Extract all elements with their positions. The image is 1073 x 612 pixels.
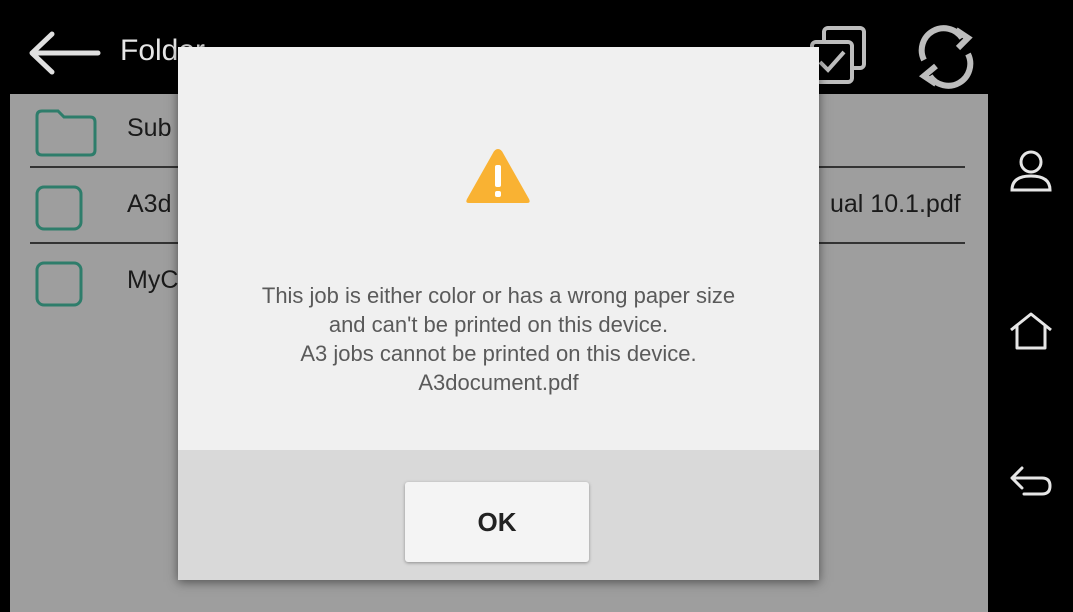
side-nav: [988, 10, 1073, 612]
user-icon[interactable]: [1008, 148, 1054, 194]
message-line: A3 jobs cannot be printed on this device…: [300, 341, 697, 366]
refresh-icon[interactable]: [910, 24, 982, 90]
alert-dialog: This job is either color or has a wrong …: [178, 47, 819, 580]
warning-icon: [466, 149, 530, 203]
return-icon[interactable]: [1008, 458, 1054, 504]
list-item-label: MyC: [127, 266, 179, 294]
message-line: A3document.pdf: [418, 370, 579, 395]
message-line: and can't be printed on this device.: [328, 312, 669, 337]
checkbox-icon[interactable]: [34, 184, 84, 232]
list-item-label: Sub: [127, 114, 172, 142]
list-item-label-tail: ual 10.1.pdf: [830, 190, 961, 218]
dialog-footer: OK: [178, 450, 819, 580]
message-line: This job is either color or has a wrong …: [261, 283, 736, 308]
ok-button[interactable]: OK: [405, 482, 589, 562]
list-item-label: A3d: [127, 190, 172, 218]
back-arrow-icon[interactable]: [24, 28, 104, 78]
folder-icon: [35, 109, 97, 157]
home-icon[interactable]: [1008, 308, 1054, 354]
dialog-message: This job is either color or has a wrong …: [178, 281, 819, 397]
checkbox-icon[interactable]: [34, 260, 84, 308]
